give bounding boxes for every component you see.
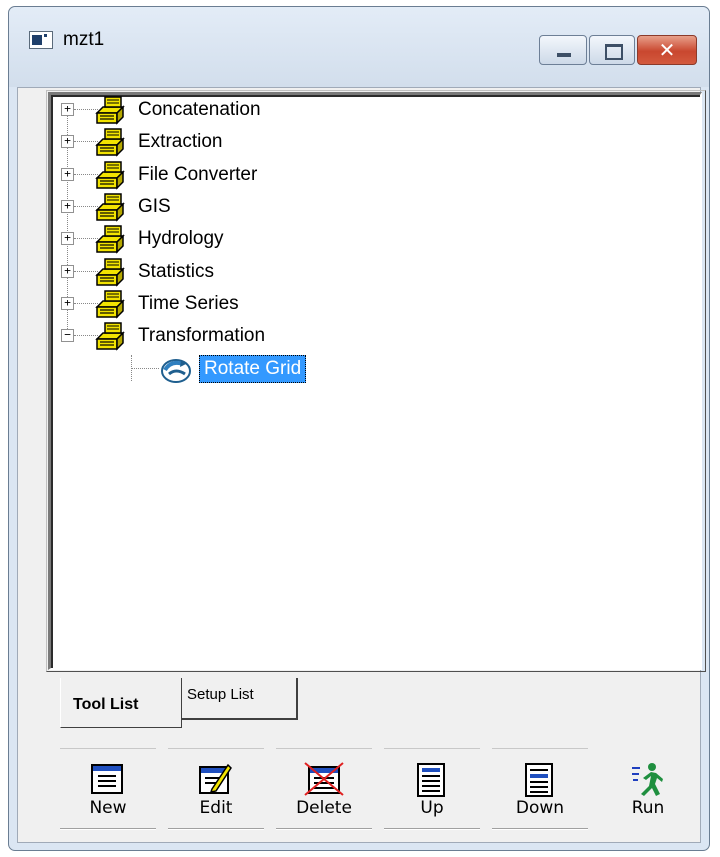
app-window: mzt1 ✕ + Concatenation + Extraction + File Co…: [8, 6, 710, 851]
folder-stack-icon: [95, 225, 125, 254]
expand-icon[interactable]: +: [61, 232, 74, 246]
tab-tool-list[interactable]: Tool List: [60, 678, 182, 728]
expand-icon[interactable]: +: [61, 296, 74, 310]
expand-icon[interactable]: +: [61, 264, 74, 278]
tree-node-label: Hydrology: [138, 228, 224, 250]
folder-stack-icon: [95, 290, 125, 319]
new-button[interactable]: New: [60, 748, 156, 830]
up-button[interactable]: Up: [384, 748, 480, 830]
edit-label: Edit: [199, 798, 233, 818]
delete-label: Delete: [296, 798, 352, 818]
run-button[interactable]: Run: [600, 748, 696, 830]
folder-stack-icon: [95, 128, 125, 158]
tree-node-label: Extraction: [138, 131, 223, 153]
up-label: Up: [420, 798, 444, 818]
tree-node-label: GIS: [138, 195, 171, 217]
edit-icon: [199, 763, 232, 794]
rotate-grid-icon: [161, 359, 191, 383]
toolbar: New Edit Delete Up Down Run: [60, 748, 700, 830]
folder-stack-icon: [95, 322, 125, 351]
close-icon: ✕: [658, 38, 676, 62]
window-title: mzt1: [63, 29, 105, 50]
expand-icon[interactable]: +: [61, 135, 74, 149]
delete-icon: [304, 762, 344, 796]
folder-stack-icon: [95, 193, 125, 222]
run-icon: [632, 763, 663, 796]
tool-tree[interactable]: + Concatenation + Extraction + File Converter…: [48, 92, 702, 670]
folder-stack-icon: [95, 96, 125, 125]
folder-stack-icon: [95, 257, 125, 287]
move-up-icon: [417, 763, 445, 797]
tree-node-label: Rotate Grid: [199, 355, 307, 383]
delete-button[interactable]: Delete: [276, 748, 372, 830]
app-icon[interactable]: [29, 31, 53, 49]
maximize-icon: [605, 44, 623, 60]
client-area: + Concatenation + Extraction + File Converter…: [17, 87, 706, 843]
folder-stack-icon: [95, 160, 125, 190]
tree-node-label: Concatenation: [138, 99, 261, 120]
maximize-button[interactable]: [589, 35, 635, 65]
move-down-icon: [525, 763, 553, 797]
edit-button[interactable]: Edit: [168, 748, 264, 830]
new-icon: [91, 764, 123, 794]
tree-node-label: Time Series: [138, 292, 239, 314]
tree-node-label: File Converter: [138, 163, 258, 185]
close-button[interactable]: ✕: [637, 35, 697, 65]
minimize-icon: [557, 53, 571, 57]
collapse-icon[interactable]: −: [61, 329, 74, 343]
tab-strip: Tool List Setup List: [50, 678, 650, 728]
tree-node-label: Transformation: [138, 325, 266, 347]
new-label: New: [89, 798, 127, 818]
minimize-button[interactable]: [539, 35, 587, 65]
down-button[interactable]: Down: [492, 748, 588, 830]
expand-icon[interactable]: +: [61, 167, 74, 181]
tree-node-label: Statistics: [138, 260, 215, 282]
title-bar[interactable]: mzt1 ✕: [9, 7, 709, 87]
expand-icon[interactable]: +: [61, 199, 74, 213]
tab-setup-list[interactable]: Setup List: [180, 678, 298, 720]
expand-icon[interactable]: +: [61, 103, 74, 116]
down-label: Down: [515, 798, 565, 818]
run-label: Run: [631, 798, 665, 818]
